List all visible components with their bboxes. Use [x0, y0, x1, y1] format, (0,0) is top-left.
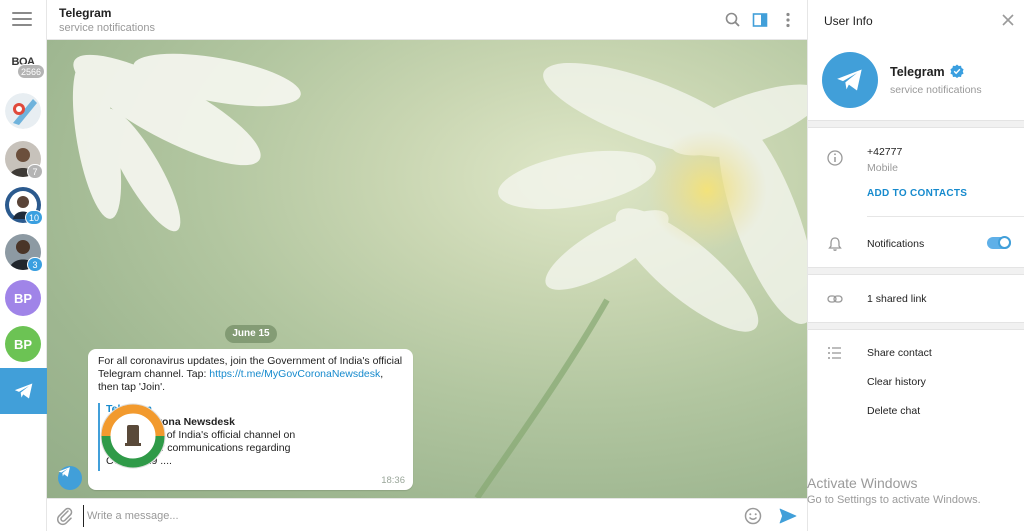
sticker-avatar — [5, 93, 41, 129]
profile-name: Telegram — [890, 65, 945, 79]
watermark-subtitle: Go to Settings to activate Windows. — [807, 494, 981, 506]
paperclip-icon[interactable] — [55, 506, 75, 526]
sidebar-toggle-icon[interactable] — [750, 10, 770, 30]
telegram-plane-icon — [58, 467, 70, 477]
message-input[interactable] — [83, 505, 733, 527]
more-options-icon[interactable] — [778, 10, 798, 30]
user-info-panel: User Info Telegram service notifications… — [807, 0, 1024, 531]
info-icon — [827, 150, 843, 166]
avatar-initials: BP — [13, 336, 33, 352]
link-preview[interactable]: Telegram MyGov Corona Newsdesk Governmen… — [98, 403, 403, 471]
activate-windows-watermark: Activate Windows Go to Settings to activ… — [807, 475, 1024, 506]
section-divider — [808, 267, 1024, 275]
unread-badge: 10 — [24, 210, 43, 225]
search-icon[interactable] — [723, 10, 743, 30]
unread-badge: 2566 — [16, 64, 45, 79]
chat-item-bp-1[interactable]: BP — [5, 280, 41, 316]
shared-links-item[interactable]: 1 shared link — [867, 293, 927, 305]
message-text: For all coronavirus updates, join the Go… — [98, 355, 403, 394]
chat-item-person-1[interactable]: 7 — [5, 141, 43, 179]
add-to-contacts-button[interactable]: ADD TO CONTACTS — [867, 188, 967, 199]
message-time: 18:36 — [381, 475, 405, 486]
avatar-initials: BP — [13, 290, 33, 306]
share-contact-button[interactable]: Share contact — [867, 347, 932, 359]
chat-item-person-3[interactable]: 3 — [5, 234, 43, 272]
chat-item-telegram-active[interactable] — [0, 368, 47, 414]
sender-avatar[interactable] — [58, 466, 82, 490]
chat-list-rail: BOA 2566 7 10 3 BP BP — [0, 0, 47, 531]
chat-item-bp-2[interactable]: BP — [5, 326, 41, 362]
emoji-icon[interactable] — [743, 506, 763, 526]
unread-badge: 7 — [27, 164, 43, 179]
link-icon — [827, 295, 843, 303]
chat-subtitle: service notifications — [59, 22, 155, 34]
section-divider — [808, 322, 1024, 330]
phone-label: Mobile — [867, 162, 898, 174]
list-icon — [828, 347, 841, 359]
close-icon[interactable] — [1000, 12, 1016, 28]
notifications-label: Notifications — [867, 238, 925, 250]
chat-title[interactable]: Telegram — [59, 6, 111, 20]
telegram-plane-icon — [14, 383, 32, 399]
hamburger-menu-icon[interactable] — [12, 12, 32, 28]
profile-subtitle: service notifications — [890, 84, 982, 96]
profile-avatar[interactable] — [822, 52, 878, 108]
clear-history-button[interactable]: Clear history — [867, 376, 926, 388]
chat-header: Telegram service notifications — [47, 0, 807, 40]
panel-title: User Info — [824, 14, 873, 28]
telegram-plane-icon — [837, 69, 862, 91]
verified-badge-icon — [950, 64, 964, 78]
row-divider — [867, 216, 1024, 217]
delete-chat-button[interactable]: Delete chat — [867, 405, 920, 417]
notifications-toggle[interactable] — [987, 236, 1011, 249]
chat-wallpaper: June 15 For all coronavirus updates, joi… — [47, 40, 807, 498]
bell-icon — [828, 237, 842, 251]
chat-item-person-2[interactable]: 10 — [5, 187, 43, 225]
message-composer — [47, 498, 807, 531]
send-icon[interactable] — [778, 506, 798, 526]
watermark-title: Activate Windows — [807, 475, 918, 491]
section-divider — [808, 120, 1024, 128]
chat-item-boa[interactable]: BOA 2566 — [5, 44, 45, 80]
phone-number[interactable]: +42777 — [867, 146, 902, 158]
date-separator: June 15 — [225, 325, 277, 343]
unread-badge: 3 — [27, 257, 43, 272]
message-bubble[interactable]: For all coronavirus updates, join the Go… — [88, 349, 413, 490]
chat-item-sticker[interactable] — [5, 93, 41, 129]
message-link[interactable]: https://t.me/MyGovCoronaNewsdesk — [209, 368, 380, 380]
mygov-corona-newsdesk-logo-icon — [100, 403, 166, 469]
